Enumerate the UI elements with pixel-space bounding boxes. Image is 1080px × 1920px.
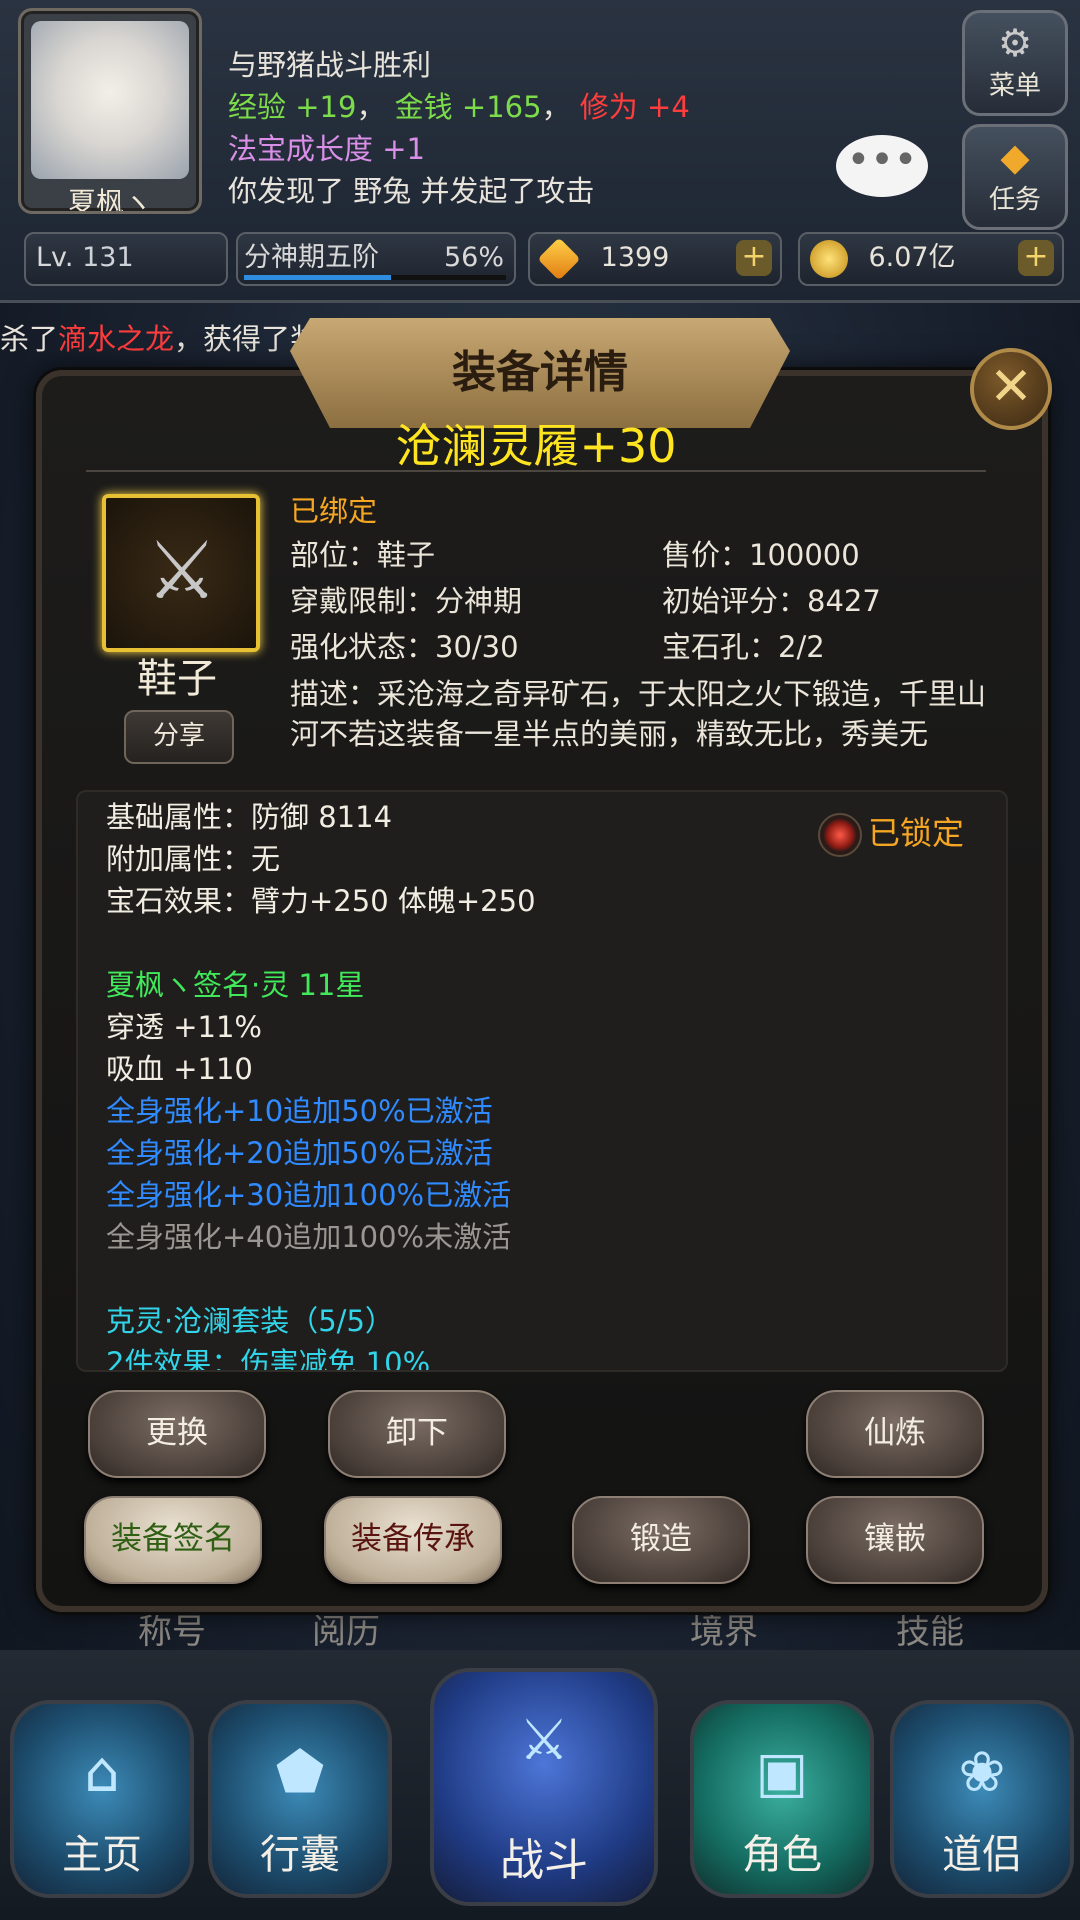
level-value: 131 — [82, 242, 134, 273]
diamond-icon: ◆ — [1000, 135, 1030, 179]
equipment-sign-button[interactable]: 装备签名 — [84, 1496, 262, 1584]
battle-log: 与野猪战斗胜利 经验 +19， 金钱 +165， 修为 +4 法宝成长度 +1 … — [228, 44, 928, 212]
gear-icon: ⚙ — [997, 21, 1033, 65]
log-artifact-label: 法宝成长度 — [228, 132, 374, 166]
enhance-bonus-30: 全身强化+30追加100%已激活 — [106, 1178, 512, 1212]
equipment-inherit-button[interactable]: 装备传承 — [324, 1496, 502, 1584]
enhance-bonus-40: 全身强化+40追加100%未激活 — [106, 1220, 512, 1254]
realm-progress-track — [244, 275, 506, 280]
menu-label: 菜单 — [988, 71, 1041, 101]
inlay-button[interactable]: 镶嵌 — [806, 1496, 984, 1584]
log-money-value: +165 — [461, 90, 542, 124]
log-exp-label: 经验 — [228, 90, 287, 124]
item-type: 鞋子 — [137, 656, 217, 702]
log-line-1: 与野猪战斗胜利 — [228, 48, 432, 82]
log-exp-value: +19 — [295, 90, 357, 124]
suit-effect: 2件效果：伤害减免 10% — [106, 1346, 431, 1372]
nav-bag[interactable]: ⬟ 行囊 — [208, 1700, 392, 1898]
log-cultivation-value: +4 — [647, 90, 690, 124]
log-artifact-value: +1 — [382, 132, 425, 166]
add-gems-button[interactable]: + — [736, 240, 772, 276]
nav-home[interactable]: ⌂ 主页 — [10, 1700, 194, 1898]
lifesteal-stat: 吸血 +110 — [106, 1052, 253, 1086]
unequip-button[interactable]: 卸下 — [328, 1390, 506, 1478]
task-label: 任务 — [988, 185, 1041, 215]
nav-partner[interactable]: ❀ 道侣 — [890, 1700, 1074, 1898]
player-name: 夏枫ヽ — [67, 186, 152, 214]
nav-bag-label: 行囊 — [260, 1832, 340, 1878]
lock-status[interactable]: 已锁定 — [818, 808, 964, 857]
gem-slots: 宝石孔：2/2 — [662, 630, 825, 664]
add-gold-button[interactable]: + — [1018, 240, 1054, 276]
menu-button[interactable]: ⚙ 菜单 — [962, 10, 1068, 116]
log-line-2: 经验 +19， 金钱 +165， 修为 +4 — [228, 86, 928, 128]
enhance-bonus-20: 全身强化+20追加50%已激活 — [106, 1136, 493, 1170]
nav-battle-label: 战斗 — [500, 1835, 588, 1886]
log-money-label: 金钱 — [394, 90, 453, 124]
nav-role[interactable]: ▣ 角色 — [690, 1700, 874, 1898]
dragon-icon: ❀ — [958, 1740, 1006, 1805]
log-sep: ， — [356, 90, 386, 124]
gem-count: 1399 — [600, 242, 670, 273]
nav-battle[interactable]: ⚔ 战斗 — [430, 1668, 658, 1906]
lock-icon — [818, 813, 862, 857]
enhance-bonus-10: 全身强化+10追加50%已激活 — [106, 1094, 493, 1128]
item-description: 描述：采沧海之奇异矿石，于太阳之火下锻造，千里山河不若这装备一星半点的美丽，精致… — [290, 677, 987, 751]
divider — [86, 470, 986, 472]
realm-progress-fill — [244, 275, 391, 280]
sell-price: 售价：100000 — [662, 538, 860, 572]
dialog-title: 装备详情 — [452, 347, 628, 398]
log-line-3: 法宝成长度 +1 — [228, 128, 928, 170]
log-sep: ， — [541, 90, 571, 124]
attribute-list: 基础属性：防御 8114 附加属性：无 宝石效果：臂力+250 体魄+250 夏… — [106, 796, 966, 1372]
level-bar: Lv. 131 — [24, 232, 228, 286]
initial-score: 初始评分：8427 — [662, 584, 881, 618]
chest-icon: ▣ — [755, 1740, 809, 1805]
attribute-panel[interactable]: 基础属性：防御 8114 附加属性：无 宝石效果：臂力+250 体魄+250 夏… — [76, 790, 1008, 1372]
suit-name: 克灵·沧澜套装（5/5） — [106, 1304, 394, 1338]
kill-prefix: 杀了 — [0, 322, 59, 356]
task-button[interactable]: ◆ 任务 — [962, 124, 1068, 230]
realm-name: 分神期五阶 — [244, 242, 379, 273]
log-cultivation-label: 修为 — [579, 90, 638, 124]
item-icon: ⚔ — [102, 494, 260, 652]
bag-icon: ⬟ — [275, 1740, 325, 1805]
sword-icon: ⚔ — [518, 1708, 570, 1773]
nav-role-label: 角色 — [742, 1832, 822, 1878]
bound-status: 已绑定 — [290, 494, 378, 528]
boots-icon: ⚔ — [146, 524, 218, 617]
nav-partner-label: 道侣 — [942, 1832, 1022, 1878]
item-name: 沧澜灵履+30 — [395, 419, 677, 473]
replace-button[interactable]: 更换 — [88, 1390, 266, 1478]
refine-button[interactable]: 仙炼 — [806, 1390, 984, 1478]
share-button[interactable]: 分享 — [124, 710, 234, 764]
log-line-4: 你发现了 野兔 并发起了攻击 — [228, 174, 595, 208]
kill-target: 滴水之龙 — [58, 322, 175, 356]
avatar[interactable]: 夏枫ヽ — [18, 8, 202, 214]
avatar-portrait — [31, 21, 189, 179]
chat-bubble-icon[interactable]: ••• — [836, 135, 928, 197]
gem-currency-bar: 1399 + — [528, 232, 782, 286]
forge-button[interactable]: 锻造 — [572, 1496, 750, 1584]
gold-count: 6.07亿 — [868, 242, 956, 273]
item-slot: 部位：鞋子 — [290, 538, 436, 572]
wear-requirement: 穿戴限制：分神期 — [290, 584, 523, 618]
lock-label: 已锁定 — [868, 814, 965, 852]
home-icon: ⌂ — [84, 1740, 120, 1805]
level-prefix: Lv. — [36, 242, 74, 273]
gold-currency-bar: 6.07亿 + — [798, 232, 1064, 286]
enhance-status: 强化状态：30/30 — [290, 630, 519, 664]
penetration-stat: 穿透 +11% — [106, 1010, 262, 1044]
nav-home-label: 主页 — [62, 1832, 142, 1878]
realm-bar: 分神期五阶 56% — [236, 232, 516, 286]
gem-effect: 宝石效果：臂力+250 体魄+250 — [106, 884, 536, 918]
signature-line: 夏枫ヽ签名·灵 11星 — [106, 968, 365, 1002]
